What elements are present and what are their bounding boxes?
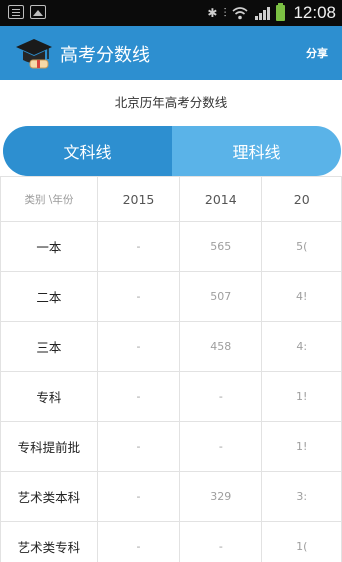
- score-cell: -: [96, 371, 181, 422]
- share-button[interactable]: 分享: [306, 45, 328, 61]
- table-row: 专科提前批 - - 1!: [0, 421, 342, 472]
- score-cell: -: [179, 371, 263, 422]
- app-bar: 高考分数线 分享: [0, 26, 342, 80]
- score-cell: 4:: [261, 321, 342, 372]
- year-header: 2015: [96, 176, 181, 222]
- page-subtitle: 北京历年高考分数线: [114, 95, 228, 110]
- battery-icon: [276, 3, 286, 21]
- score-cell: 507: [179, 271, 263, 322]
- row-label: 艺术类专科: [0, 521, 98, 562]
- score-cell: -: [96, 271, 181, 322]
- row-label: 一本: [0, 221, 98, 272]
- table-corner-header: 类别 \年份: [0, 176, 98, 222]
- tab-bar: 文科线 理科线: [3, 126, 341, 176]
- table-row: 一本 - 565 5(: [0, 221, 342, 272]
- score-table-container[interactable]: 类别 \年份 2015 2014 20 一本 - 565 5( 二本 - 507…: [0, 176, 342, 562]
- bluetooth-icon: ✱: [207, 6, 218, 20]
- score-cell: -: [96, 471, 181, 522]
- wifi-icon: [232, 7, 248, 20]
- score-cell: -: [96, 421, 181, 472]
- year-header: 2014: [179, 176, 263, 222]
- table-row: 专科 - - 1!: [0, 371, 342, 422]
- score-cell: 5(: [261, 221, 342, 272]
- table-row: 艺术类本科 - 329 3:: [0, 471, 342, 522]
- tab-science[interactable]: 理科线: [172, 126, 341, 176]
- row-label: 三本: [0, 321, 98, 372]
- image-icon: [30, 5, 46, 19]
- score-cell: -: [96, 221, 181, 272]
- table-header-row: 类别 \年份 2015 2014 20: [0, 176, 342, 222]
- row-label: 艺术类本科: [0, 471, 98, 522]
- screen: ✱ ⫶ 12:08 高考分数线 分享 北京历年高考分数线 文科线 理科线 类别 …: [0, 0, 342, 562]
- row-label: 专科提前批: [0, 421, 98, 472]
- clock: 12:08: [293, 3, 336, 22]
- row-label: 专科: [0, 371, 98, 422]
- score-cell: 3:: [261, 471, 342, 522]
- score-cell: 458: [179, 321, 263, 372]
- score-cell: -: [96, 521, 181, 562]
- score-cell: 565: [179, 221, 263, 272]
- document-icon: [8, 5, 24, 19]
- score-table: 类别 \年份 2015 2014 20 一本 - 565 5( 二本 - 507…: [0, 176, 342, 562]
- status-left-icons: [8, 5, 46, 19]
- score-cell: 1!: [261, 371, 342, 422]
- app-title: 高考分数线: [60, 45, 150, 66]
- score-cell: -: [179, 421, 263, 472]
- status-bar: ✱ ⫶ 12:08: [0, 0, 342, 26]
- table-row: 三本 - 458 4:: [0, 321, 342, 372]
- year-header: 20: [261, 176, 342, 222]
- score-cell: 1(: [261, 521, 342, 562]
- score-cell: 329: [179, 471, 263, 522]
- graduation-cap-icon: [16, 39, 52, 69]
- score-cell: -: [179, 521, 263, 562]
- score-cell: 4!: [261, 271, 342, 322]
- vibrate-icon: ⫶: [223, 5, 227, 20]
- row-label: 二本: [0, 271, 98, 322]
- table-row: 艺术类专科 - - 1(: [0, 521, 342, 562]
- signal-icon: [255, 7, 271, 20]
- table-row: 二本 - 507 4!: [0, 271, 342, 322]
- tab-liberal-arts[interactable]: 文科线: [3, 126, 172, 176]
- score-cell: -: [96, 321, 181, 372]
- score-cell: 1!: [261, 421, 342, 472]
- status-right-icons: ✱ ⫶ 12:08: [207, 3, 336, 23]
